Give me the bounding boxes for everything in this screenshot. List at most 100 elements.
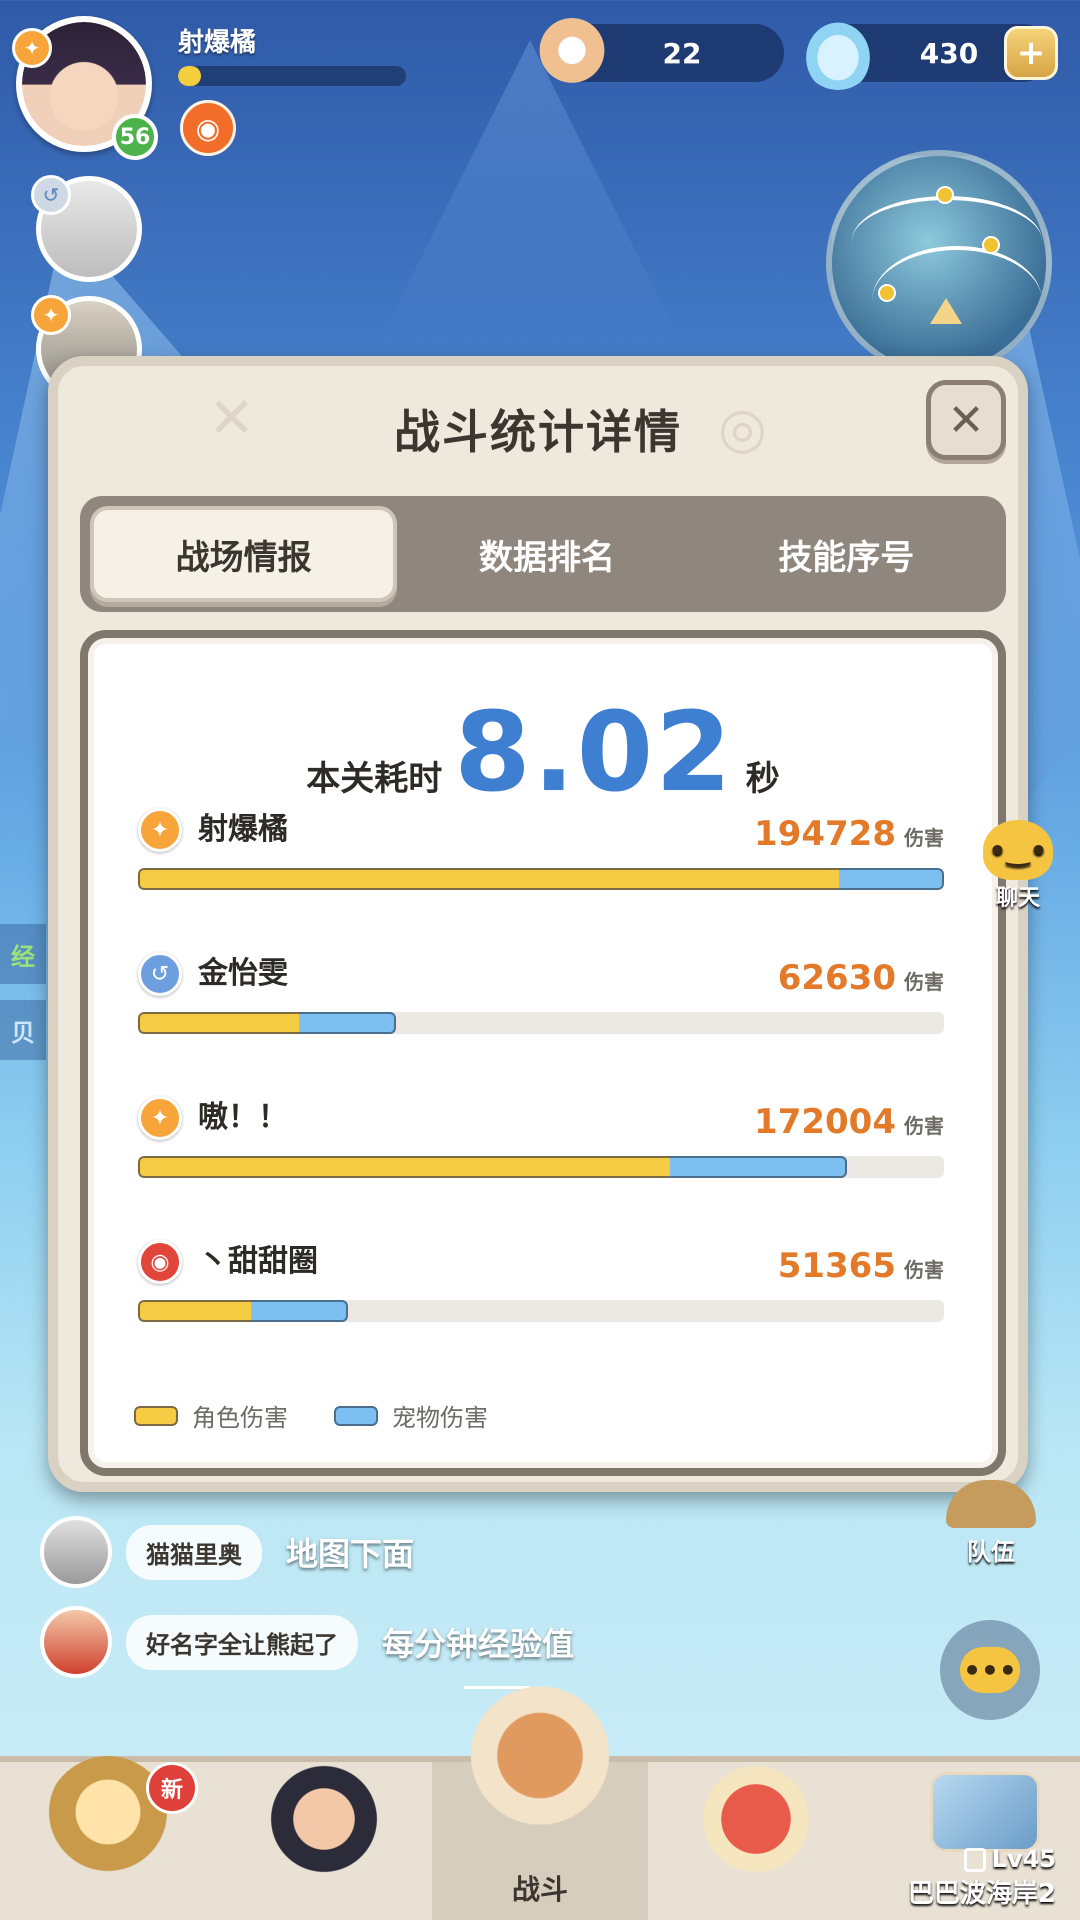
damage-unit: 伤害 [904, 970, 944, 994]
role-icon: ✦ [12, 28, 52, 68]
legend-swatch-character [134, 1405, 178, 1426]
role-icon: ✦ [138, 1096, 182, 1140]
minimap-waypoint [878, 284, 896, 302]
map-locked-info: Lv45 巴巴波海岸2 [908, 1845, 1056, 1910]
damage-unit: 伤害 [904, 1258, 944, 1282]
damage-legend: 角色伤害 宠物伤害 [134, 1398, 534, 1433]
damage-value: 51365 [777, 1246, 896, 1286]
character-portrait-icon [259, 1756, 389, 1896]
pearl-icon [536, 18, 608, 90]
player-row-damage: 172004 伤害 [754, 1102, 944, 1142]
player-level-badge: 56 [112, 114, 158, 160]
tab-data-ranking[interactable]: 数据排名 [397, 506, 696, 602]
quick-chat-button[interactable]: ••• [940, 1620, 1040, 1720]
legend-character: 角色伤害 [134, 1398, 288, 1433]
legend-pet: 宠物伤害 [334, 1398, 488, 1433]
stats-panel: 本关耗时 8.02 秒 ✦ 射爆橘 194728 伤害 ↺ 金怡雯 62630 伤害… [80, 630, 1006, 1476]
damage-bar [138, 868, 944, 890]
damage-value: 172004 [754, 1102, 896, 1142]
chat-message: 猫猫里奥 地图下面 [40, 1516, 414, 1588]
nav-item-pet[interactable] [648, 1756, 864, 1920]
role-icon: ✦ [138, 808, 182, 852]
shell-currency: 430 + [802, 18, 1058, 90]
chat-face-icon: •‿• [983, 820, 1053, 880]
damage-unit: 伤害 [904, 1114, 944, 1138]
battle-totem-icon [460, 1670, 620, 1860]
damage-bar-character [138, 1012, 300, 1034]
legend-swatch-pet [334, 1405, 378, 1426]
tab-battlefield-info[interactable]: 战场情报 [90, 506, 398, 602]
close-button[interactable]: ✕ [926, 380, 1006, 460]
team-button-label: 队伍 [967, 1538, 1015, 1566]
nav-item-character-2[interactable] [216, 1756, 432, 1920]
pet-portrait-icon [691, 1756, 821, 1896]
damage-bar-character [138, 1300, 251, 1322]
chat-avatar[interactable] [40, 1606, 112, 1678]
damage-value: 194728 [754, 814, 896, 854]
player-row-damage: 51365 伤害 [778, 1246, 944, 1286]
player-row-name: 金怡雯 [198, 956, 288, 991]
damage-bar-pet [669, 1156, 848, 1178]
damage-value: 62630 [777, 958, 896, 998]
chat-button[interactable]: •‿• 聊天 [968, 820, 1068, 912]
damage-bar [138, 1300, 944, 1322]
damage-bar-character [138, 1156, 670, 1178]
player-row-damage: 194728 伤害 [754, 814, 944, 854]
nav-item-map[interactable]: Lv45 巴巴波海岸2 [864, 1762, 1080, 1920]
shell-icon [802, 18, 874, 90]
minimap[interactable] [826, 150, 1052, 376]
damage-unit: 伤害 [904, 826, 944, 850]
nav-battle-label: 战斗 [511, 1873, 568, 1906]
side-panel-tab[interactable]: 贝 [0, 1000, 46, 1060]
chat-button-label: 聊天 [995, 886, 1040, 911]
bottom-nav: 新 战斗 Lv45 巴巴波海岸2 [0, 1670, 1080, 1920]
role-icon: ✦ [31, 295, 71, 335]
player-position-arrow-icon [930, 298, 962, 324]
player-row-name: 射爆橘 [198, 812, 288, 847]
damage-bar [138, 1012, 944, 1034]
background-crystal [380, 40, 680, 340]
side-panel-tab[interactable]: 经 [0, 924, 46, 984]
player-row-damage: 62630 伤害 [778, 958, 944, 998]
minimap-waypoint [982, 236, 1000, 254]
map-name: 巴巴波海岸2 [907, 1879, 1056, 1909]
legend-pet-label: 宠物伤害 [392, 1404, 488, 1432]
player-row-name: 丶甜甜圈 [198, 1244, 318, 1279]
chat-avatar[interactable] [40, 1516, 112, 1588]
minimap-waypoint [936, 186, 954, 204]
nav-item-character-1[interactable]: 新 [0, 1756, 216, 1920]
damage-bar-pet [839, 868, 944, 890]
chat-message: 好名字全让熊起了 每分钟经验值 [40, 1606, 574, 1678]
new-badge: 新 [146, 1762, 198, 1814]
team-button[interactable]: 队伍 [936, 1480, 1046, 1567]
lock-icon [963, 1848, 986, 1872]
buff-icon[interactable]: ◉ [180, 100, 236, 156]
map-level: Lv45 [991, 1845, 1056, 1873]
tab-skill-order[interactable]: 技能序号 [697, 506, 996, 602]
chat-text: 地图下面 [286, 1535, 415, 1573]
chat-username[interactable]: 猫猫里奥 [126, 1524, 262, 1580]
damage-bar-pet [299, 1012, 396, 1034]
chat-text: 每分钟经验值 [382, 1625, 575, 1663]
legend-character-label: 角色伤害 [192, 1404, 288, 1432]
clear-time-value: 8.02 [454, 688, 734, 816]
chat-username[interactable]: 好名字全让熊起了 [126, 1614, 358, 1670]
damage-bar-character [138, 868, 840, 890]
clear-time: 本关耗时 8.02 秒 [88, 688, 998, 816]
exp-bar-fill [178, 66, 201, 86]
role-icon: ↺ [31, 175, 71, 215]
battle-stats-modal: ✕ ◎ 战斗统计详情 ✕ 战场情报 数据排名 技能序号 本关耗时 8.02 秒 … [48, 356, 1028, 1492]
modal-title: 战斗统计详情 [394, 405, 682, 459]
team-icon [946, 1480, 1036, 1528]
pearl-currency: 22 [536, 18, 784, 90]
team-member-avatar[interactable]: ↺ [31, 175, 142, 282]
damage-bar [138, 1156, 944, 1178]
exp-bar [178, 66, 406, 86]
stats-tabbar: 战场情报 数据排名 技能序号 [80, 496, 1006, 612]
nav-item-battle[interactable]: 战斗 [432, 1670, 648, 1920]
clear-time-label: 本关耗时 [306, 759, 443, 799]
speech-bubble-icon: ••• [960, 1647, 1020, 1693]
add-currency-button[interactable]: + [1004, 26, 1058, 80]
role-icon: ↺ [138, 952, 182, 996]
damage-bar-pet [250, 1300, 348, 1322]
